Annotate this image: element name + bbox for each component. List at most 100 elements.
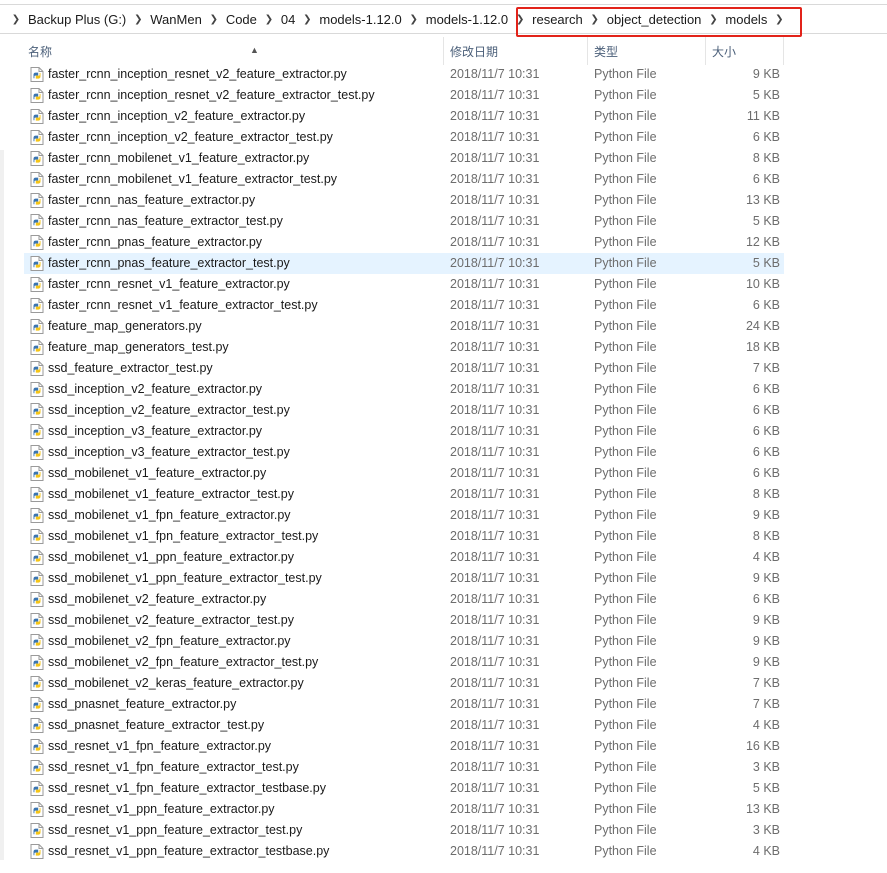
chevron-right-icon[interactable]: ❯ bbox=[587, 14, 603, 25]
address-bar[interactable]: ❯ Backup Plus (G:) ❯ WanMen ❯ Code ❯ 04 ❯ models-… bbox=[0, 4, 887, 37]
chevron-right-icon[interactable]: ❯ bbox=[8, 14, 24, 25]
file-row[interactable]: ssd_inception_v2_feature_extractor.py 20… bbox=[0, 379, 887, 400]
file-row[interactable]: faster_rcnn_resnet_v1_feature_extractor.… bbox=[0, 274, 887, 295]
file-size: 6 KB bbox=[752, 466, 780, 480]
breadcrumb-item[interactable]: Code bbox=[222, 12, 261, 27]
file-type: Python File bbox=[594, 634, 657, 648]
file-row[interactable]: faster_rcnn_pnas_feature_extractor.py 20… bbox=[0, 232, 887, 253]
file-row[interactable]: ssd_inception_v3_feature_extractor_test.… bbox=[0, 442, 887, 463]
python-file-icon bbox=[30, 361, 44, 376]
file-row[interactable]: ssd_resnet_v1_fpn_feature_extractor_test… bbox=[0, 778, 887, 799]
file-type: Python File bbox=[594, 235, 657, 249]
chevron-right-icon[interactable]: ❯ bbox=[406, 14, 422, 25]
file-row[interactable]: ssd_mobilenet_v1_fpn_feature_extractor.p… bbox=[0, 505, 887, 526]
file-row[interactable]: faster_rcnn_nas_feature_extractor.py 201… bbox=[0, 190, 887, 211]
file-row[interactable]: ssd_mobilenet_v1_fpn_feature_extractor_t… bbox=[0, 526, 887, 547]
breadcrumb-item[interactable]: 04 bbox=[277, 12, 299, 27]
file-name: ssd_resnet_v1_ppn_feature_extractor.py bbox=[48, 802, 275, 816]
file-row[interactable]: ssd_mobilenet_v1_ppn_feature_extractor.p… bbox=[0, 547, 887, 568]
breadcrumb-item[interactable]: WanMen bbox=[146, 12, 206, 27]
column-size-header[interactable]: 大小 bbox=[706, 37, 784, 65]
file-modified-date: 2018/11/7 10:31 bbox=[450, 130, 540, 144]
file-row[interactable]: ssd_inception_v2_feature_extractor_test.… bbox=[0, 400, 887, 421]
file-type: Python File bbox=[594, 424, 657, 438]
file-modified-date: 2018/11/7 10:31 bbox=[450, 193, 540, 207]
file-row[interactable]: ssd_mobilenet_v2_feature_extractor_test.… bbox=[0, 610, 887, 631]
file-row[interactable]: ssd_mobilenet_v1_ppn_feature_extractor_t… bbox=[0, 568, 887, 589]
file-row[interactable]: ssd_resnet_v1_ppn_feature_extractor.py 2… bbox=[0, 799, 887, 820]
file-name: faster_rcnn_inception_v2_feature_extract… bbox=[48, 109, 306, 123]
column-date-header[interactable]: 修改日期 bbox=[444, 37, 588, 65]
file-row[interactable]: ssd_pnasnet_feature_extractor_test.py 20… bbox=[0, 715, 887, 736]
file-row[interactable]: faster_rcnn_inception_v2_feature_extract… bbox=[0, 127, 887, 148]
file-name: ssd_inception_v2_feature_extractor.py bbox=[48, 382, 263, 396]
file-size: 9 KB bbox=[752, 655, 780, 669]
file-row[interactable]: faster_rcnn_inception_v2_feature_extract… bbox=[0, 106, 887, 127]
python-file-icon bbox=[30, 697, 44, 712]
file-type: Python File bbox=[594, 655, 657, 669]
breadcrumb-item[interactable]: research bbox=[528, 12, 587, 27]
file-row[interactable]: ssd_pnasnet_feature_extractor.py 2018/11… bbox=[0, 694, 887, 715]
file-row[interactable]: faster_rcnn_pnas_feature_extractor_test.… bbox=[0, 253, 887, 274]
file-name: ssd_feature_extractor_test.py bbox=[48, 361, 213, 375]
chevron-right-icon[interactable]: ❯ bbox=[771, 14, 787, 25]
breadcrumb-item[interactable]: object_detection bbox=[603, 12, 706, 27]
python-file-icon bbox=[30, 67, 44, 82]
breadcrumb-item[interactable]: models-1.12.0 bbox=[315, 12, 405, 27]
file-row[interactable]: ssd_resnet_v1_fpn_feature_extractor_test… bbox=[0, 757, 887, 778]
file-row[interactable]: ssd_resnet_v1_fpn_feature_extractor.py 2… bbox=[0, 736, 887, 757]
file-modified-date: 2018/11/7 10:31 bbox=[450, 592, 540, 606]
file-row[interactable]: faster_rcnn_inception_resnet_v2_feature_… bbox=[0, 64, 887, 85]
python-file-icon bbox=[30, 424, 44, 439]
python-file-icon bbox=[30, 634, 44, 649]
file-row[interactable]: faster_rcnn_resnet_v1_feature_extractor_… bbox=[0, 295, 887, 316]
file-type: Python File bbox=[594, 340, 657, 354]
file-modified-date: 2018/11/7 10:31 bbox=[450, 361, 540, 375]
column-name-header[interactable]: 名称 ▲ bbox=[22, 37, 444, 65]
breadcrumb-item[interactable]: models-1.12.0 bbox=[422, 12, 512, 27]
file-row[interactable]: faster_rcnn_nas_feature_extractor_test.p… bbox=[0, 211, 887, 232]
file-row[interactable]: ssd_mobilenet_v2_keras_feature_extractor… bbox=[0, 673, 887, 694]
file-row[interactable]: faster_rcnn_inception_resnet_v2_feature_… bbox=[0, 85, 887, 106]
chevron-right-icon[interactable]: ❯ bbox=[206, 14, 222, 25]
file-size: 4 KB bbox=[752, 844, 780, 858]
file-name: ssd_resnet_v1_fpn_feature_extractor_test… bbox=[48, 781, 326, 795]
file-type: Python File bbox=[594, 67, 657, 81]
chevron-right-icon[interactable]: ❯ bbox=[130, 14, 146, 25]
breadcrumb-item[interactable]: models bbox=[721, 12, 771, 27]
chevron-right-icon[interactable]: ❯ bbox=[705, 14, 721, 25]
file-name: faster_rcnn_nas_feature_extractor.py bbox=[48, 193, 256, 207]
python-file-icon bbox=[30, 487, 44, 502]
chevron-right-icon[interactable]: ❯ bbox=[299, 14, 315, 25]
file-modified-date: 2018/11/7 10:31 bbox=[450, 445, 540, 459]
chevron-right-icon[interactable]: ❯ bbox=[512, 14, 528, 25]
python-file-icon bbox=[30, 151, 44, 166]
file-list: faster_rcnn_inception_resnet_v2_feature_… bbox=[0, 64, 887, 862]
file-row[interactable]: faster_rcnn_mobilenet_v1_feature_extract… bbox=[0, 169, 887, 190]
python-file-icon bbox=[30, 655, 44, 670]
file-row[interactable]: feature_map_generators_test.py 2018/11/7… bbox=[0, 337, 887, 358]
file-row[interactable]: ssd_resnet_v1_ppn_feature_extractor_test… bbox=[0, 841, 887, 862]
file-row[interactable]: ssd_inception_v3_feature_extractor.py 20… bbox=[0, 421, 887, 442]
file-modified-date: 2018/11/7 10:31 bbox=[450, 571, 540, 585]
column-type-header[interactable]: 类型 bbox=[588, 37, 706, 65]
python-file-icon bbox=[30, 613, 44, 628]
chevron-right-icon[interactable]: ❯ bbox=[261, 14, 277, 25]
file-row[interactable]: ssd_mobilenet_v2_feature_extractor.py 20… bbox=[0, 589, 887, 610]
file-name: ssd_mobilenet_v2_fpn_feature_extractor_t… bbox=[48, 655, 319, 669]
file-size: 7 KB bbox=[752, 676, 780, 690]
file-row[interactable]: ssd_mobilenet_v2_fpn_feature_extractor.p… bbox=[0, 631, 887, 652]
file-row[interactable]: faster_rcnn_mobilenet_v1_feature_extract… bbox=[0, 148, 887, 169]
file-row[interactable]: ssd_mobilenet_v2_fpn_feature_extractor_t… bbox=[0, 652, 887, 673]
file-type: Python File bbox=[594, 361, 657, 375]
file-size: 11 KB bbox=[746, 109, 780, 123]
file-row[interactable]: ssd_feature_extractor_test.py 2018/11/7 … bbox=[0, 358, 887, 379]
file-row[interactable]: ssd_resnet_v1_ppn_feature_extractor_test… bbox=[0, 820, 887, 841]
file-modified-date: 2018/11/7 10:31 bbox=[450, 781, 540, 795]
file-modified-date: 2018/11/7 10:31 bbox=[450, 844, 540, 858]
file-row[interactable]: feature_map_generators.py 2018/11/7 10:3… bbox=[0, 316, 887, 337]
breadcrumb-item[interactable]: Backup Plus (G:) bbox=[24, 12, 130, 27]
file-row[interactable]: ssd_mobilenet_v1_feature_extractor_test.… bbox=[0, 484, 887, 505]
file-row[interactable]: ssd_mobilenet_v1_feature_extractor.py 20… bbox=[0, 463, 887, 484]
file-modified-date: 2018/11/7 10:31 bbox=[450, 466, 540, 480]
